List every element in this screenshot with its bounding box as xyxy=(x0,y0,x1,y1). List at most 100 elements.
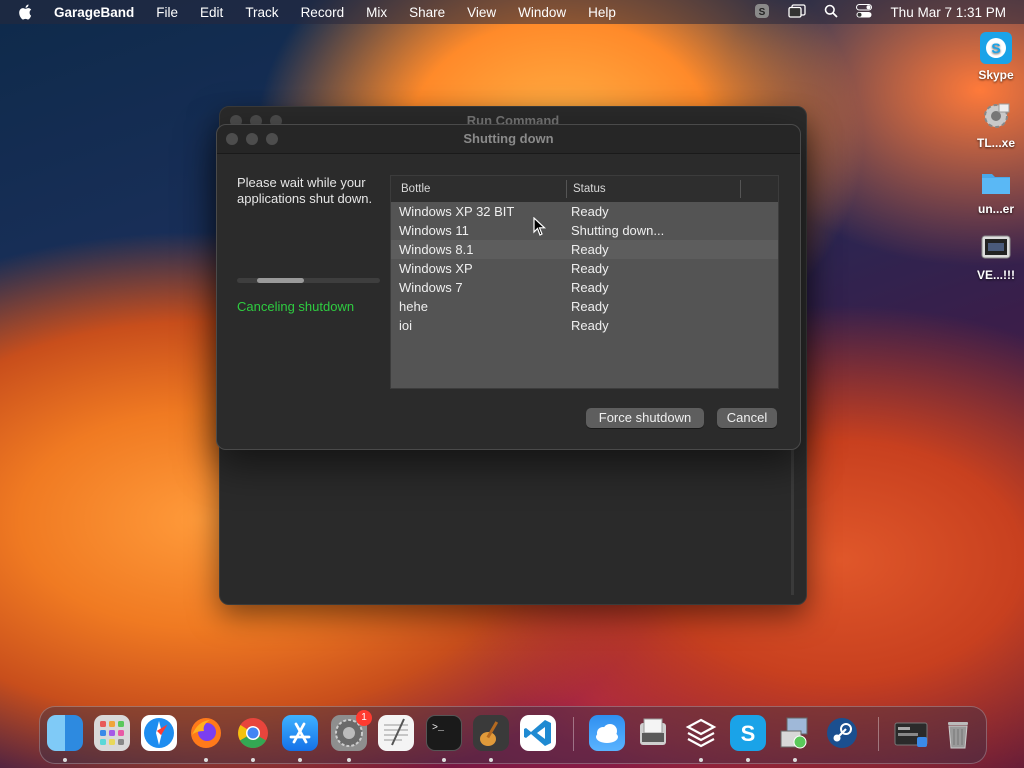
safari-icon[interactable] xyxy=(141,715,177,751)
chrome-icon[interactable] xyxy=(235,715,271,751)
dock-running-indicator xyxy=(251,758,255,762)
svg-text:S: S xyxy=(991,40,1000,56)
table-row[interactable]: Windows XP Ready xyxy=(391,259,778,278)
dock-running-indicator xyxy=(204,758,208,762)
bottle-status: Ready xyxy=(571,261,609,276)
preview-icon[interactable] xyxy=(636,715,672,751)
dock-running-indicator xyxy=(63,758,67,762)
menu-track[interactable]: Track xyxy=(234,5,289,20)
gear-icon xyxy=(980,100,1012,132)
desktop-icon-video[interactable]: VE...!!! xyxy=(966,232,1024,282)
dialog-minimize-button[interactable] xyxy=(246,133,258,145)
menu-file[interactable]: File xyxy=(145,5,189,20)
table-row[interactable]: Windows 11 Shutting down... xyxy=(391,221,778,240)
finder-icon[interactable] xyxy=(47,715,83,751)
weather-icon[interactable] xyxy=(589,715,625,751)
control-center-icon[interactable] xyxy=(856,3,873,21)
folder-icon xyxy=(980,166,1012,198)
table-row[interactable]: Windows XP 32 BIT Ready xyxy=(391,202,778,221)
bottle-name: hehe xyxy=(399,299,428,314)
video-icon xyxy=(980,232,1012,264)
dock-running-indicator xyxy=(793,758,797,762)
dock-running-indicator xyxy=(489,758,493,762)
desktop-icon-folder[interactable]: un...er xyxy=(966,166,1024,216)
bottle-status: Ready xyxy=(571,318,609,333)
table-header: Bottle Status xyxy=(391,176,778,202)
bottle-name: Windows XP xyxy=(399,261,473,276)
table-row[interactable]: ioi Ready xyxy=(391,316,778,335)
menu-app-name[interactable]: GarageBand xyxy=(54,5,145,20)
svg-text:>_: >_ xyxy=(432,723,445,734)
bottle-status: Ready xyxy=(571,242,609,257)
bottle-name: Windows 7 xyxy=(399,280,463,295)
apple-icon[interactable] xyxy=(18,4,40,20)
dock-running-indicator xyxy=(746,758,750,762)
garageband-icon[interactable] xyxy=(473,715,509,751)
wait-message: Please wait while your applications shut… xyxy=(237,175,373,206)
desktop-icon-tl[interactable]: TL...xe xyxy=(966,100,1024,150)
dock-separator xyxy=(878,717,879,751)
mouse-cursor-icon xyxy=(533,216,547,242)
desktop-icon-label: un...er xyxy=(977,202,1014,216)
bottle-status: Ready xyxy=(571,280,609,295)
steam-icon[interactable] xyxy=(824,715,860,751)
trash-icon[interactable] xyxy=(940,715,976,751)
desktop-icon-skype[interactable]: S Skype xyxy=(966,32,1024,82)
dialog-titlebar: Shutting down xyxy=(217,125,800,154)
menu-edit[interactable]: Edit xyxy=(189,5,234,20)
terminal-icon[interactable]: >_ xyxy=(426,715,462,751)
dock-running-indicator xyxy=(298,758,302,762)
textedit-icon[interactable] xyxy=(378,715,414,751)
vscode-icon[interactable] xyxy=(520,715,556,751)
desktop-icon-label: Skype xyxy=(978,68,1014,82)
menu-bar: GarageBand File Edit Track Record Mix Sh… xyxy=(0,0,1024,24)
desktop-icon-label: VE...!!! xyxy=(977,268,1015,282)
shutting-down-dialog: Shutting down Please wait while your app… xyxy=(216,124,801,450)
menu-help[interactable]: Help xyxy=(577,5,627,20)
column-header-status[interactable]: Status xyxy=(567,180,741,198)
desktop-icon-label: TL...xe xyxy=(976,136,1015,150)
firefox-icon[interactable] xyxy=(188,715,224,751)
apps-icon[interactable] xyxy=(683,715,719,751)
table-row[interactable]: hehe Ready xyxy=(391,297,778,316)
bottle-table[interactable]: Bottle Status Windows XP 32 BIT Ready Wi… xyxy=(390,175,779,389)
settings-notification-badge: 1 xyxy=(356,710,372,726)
menu-view[interactable]: View xyxy=(456,5,507,20)
menubar-status-area: S Thu Mar 7 1:31 PM xyxy=(754,0,1006,24)
dock-running-indicator xyxy=(347,758,351,762)
menu-record[interactable]: Record xyxy=(290,5,356,20)
menu-window[interactable]: Window xyxy=(507,5,577,20)
force-shutdown-button[interactable]: Force shutdown xyxy=(586,408,704,428)
dialog-title: Shutting down xyxy=(463,131,554,146)
column-header-bottle[interactable]: Bottle xyxy=(391,180,567,198)
skype-dock-icon[interactable]: S xyxy=(730,715,766,751)
search-icon[interactable] xyxy=(824,4,839,21)
shutdown-progress-bar xyxy=(237,278,380,283)
dock: 1 >_ S xyxy=(39,706,987,764)
dialog-close-button[interactable] xyxy=(226,133,238,145)
dialog-zoom-button[interactable] xyxy=(266,133,278,145)
skype-menubar-icon[interactable]: S xyxy=(754,3,770,22)
dock-running-indicator xyxy=(442,758,446,762)
svg-text:S: S xyxy=(741,721,756,746)
bottle-name: Windows 8.1 xyxy=(399,242,474,257)
bottle-status: Ready xyxy=(571,299,609,314)
menu-share[interactable]: Share xyxy=(398,5,456,20)
dock-separator xyxy=(573,717,574,751)
windows-icon[interactable] xyxy=(788,3,807,21)
menubar-clock[interactable]: Thu Mar 7 1:31 PM xyxy=(890,5,1006,20)
bottle-status: Ready xyxy=(571,204,609,219)
bottle-name: ioi xyxy=(399,318,413,333)
table-row[interactable]: Windows 7 Ready xyxy=(391,278,778,297)
dock-running-indicator xyxy=(699,758,703,762)
cancel-button[interactable]: Cancel xyxy=(717,408,777,428)
svg-text:S: S xyxy=(759,7,766,18)
bottle-status: Shutting down... xyxy=(571,223,665,238)
screenshot-icon[interactable] xyxy=(893,715,929,751)
app-store-icon[interactable] xyxy=(282,715,318,751)
menu-mix[interactable]: Mix xyxy=(355,5,398,20)
shutdown-status-text: Canceling shutdown xyxy=(237,299,355,314)
installer-icon[interactable] xyxy=(777,715,813,751)
launchpad-icon[interactable] xyxy=(94,715,130,751)
table-row[interactable]: Windows 8.1 Ready xyxy=(391,240,778,259)
